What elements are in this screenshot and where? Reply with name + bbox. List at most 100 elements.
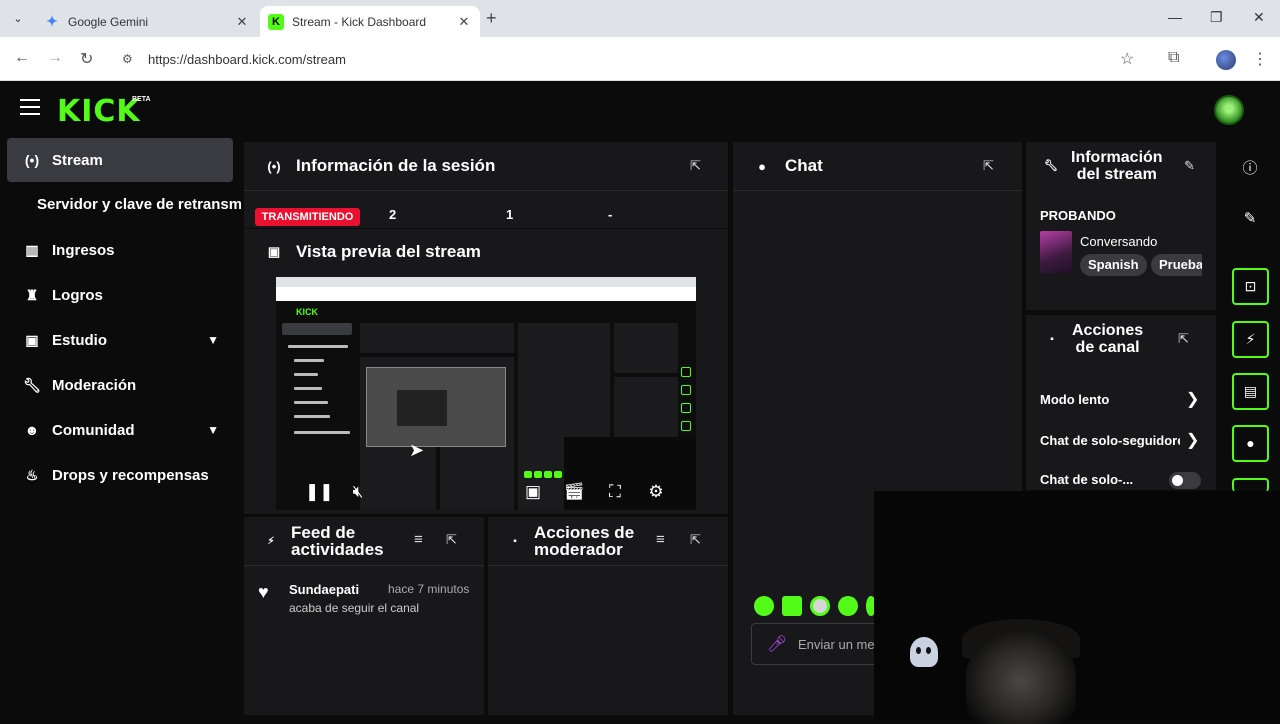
popout-icon[interactable]: ⇱ xyxy=(690,158,701,174)
session-stat: 1 xyxy=(506,207,514,222)
session-panel-header: (•) Información de la sesión xyxy=(244,142,728,190)
kick-logo[interactable]: KICK xyxy=(57,94,141,129)
ghost-icon xyxy=(910,637,938,667)
chat-bubble-icon[interactable]: ● xyxy=(1232,425,1269,462)
tab-search-icon[interactable]: ⌄ xyxy=(8,9,28,29)
stream-info-title-line: Información xyxy=(1071,149,1163,166)
preview-content xyxy=(294,373,318,376)
edit-pencil-icon[interactable]: ✎ xyxy=(1184,158,1195,174)
microphone-icon[interactable]: 🎤︎ xyxy=(767,634,787,654)
divider xyxy=(244,190,728,191)
feed-username[interactable]: Sundaepati xyxy=(289,582,359,597)
sidebar: (•) Stream Servidor y clave de retransmi… xyxy=(0,138,241,720)
preview-content xyxy=(276,287,696,301)
lightning-icon[interactable]: ⚡︎ xyxy=(1232,321,1269,358)
popout-icon[interactable]: ⇱ xyxy=(1178,331,1189,347)
emote-icon[interactable] xyxy=(754,596,774,616)
sidebar-item-server-key[interactable]: Servidor y clave de retransmisión xyxy=(37,196,241,213)
popout-icon[interactable]: ⇱ xyxy=(446,532,457,548)
webcam-person xyxy=(966,629,1076,724)
chevron-right-icon[interactable]: ❯ xyxy=(1186,430,1199,450)
tag-chip: Spanish xyxy=(1080,254,1147,276)
tab-title: Stream - Kick Dashboard xyxy=(292,14,427,29)
chevron-down-icon: ▼ xyxy=(207,423,219,437)
people-icon: ☻ xyxy=(24,422,40,438)
screenshot-icon[interactable]: ⊡ xyxy=(1232,268,1269,305)
mod-actions-panel: ▪ Acciones de moderador ≡ ⇱ xyxy=(488,517,728,715)
popout-icon[interactable]: ⇱ xyxy=(690,532,701,548)
sidebar-item-moderacion[interactable]: 🔧︎ Moderación xyxy=(7,363,233,407)
fullscreen-icon[interactable]: ⛶ xyxy=(604,482,626,502)
tab-google-gemini[interactable]: ✦ Google Gemini ✕ xyxy=(36,6,258,37)
subscribers-only-toggle[interactable] xyxy=(1169,472,1201,489)
action-slow-mode[interactable]: Modo lento xyxy=(1040,392,1109,407)
preview-panel-header: ▣ Vista previa del stream xyxy=(244,229,728,274)
new-tab-icon[interactable]: + xyxy=(486,8,497,29)
emote-icon[interactable] xyxy=(810,596,830,616)
edit-pencil-icon[interactable]: ✎ xyxy=(1240,209,1260,227)
sidebar-item-comunidad[interactable]: ☻ Comunidad ▼ xyxy=(7,408,233,452)
back-icon[interactable]: ← xyxy=(14,49,30,67)
site-settings-icon[interactable]: ⚙ xyxy=(122,52,142,66)
close-icon[interactable]: ✕ xyxy=(456,14,472,30)
feed-timestamp: hace 7 minutos xyxy=(388,582,470,596)
minimize-icon[interactable]: — xyxy=(1168,9,1182,25)
user-avatar[interactable] xyxy=(1214,95,1244,125)
preview-content xyxy=(554,471,562,478)
sidebar-item-drops[interactable]: ♨ Drops y recompensas xyxy=(7,453,233,497)
emote-icon[interactable] xyxy=(782,596,802,616)
tab-kick-dashboard[interactable]: K Stream - Kick Dashboard ✕ xyxy=(260,6,480,37)
rail-more-button[interactable] xyxy=(1232,478,1269,492)
filter-icon[interactable]: ≡ xyxy=(414,531,423,548)
broadcast-icon: (•) xyxy=(24,152,40,168)
activity-feed-panel: ⚡︎ Feed de actividades ≡ ⇱ xyxy=(244,517,484,715)
preview-content xyxy=(397,390,447,426)
filter-icon[interactable]: ≡ xyxy=(656,531,665,548)
reload-icon[interactable]: ↻ xyxy=(80,49,93,69)
stream-info-panel: 🔧︎ Información del stream ✎ xyxy=(1026,142,1216,310)
preview-content xyxy=(534,471,542,478)
forward-icon[interactable]: → xyxy=(47,49,63,67)
preview-content xyxy=(294,415,330,418)
preview-content xyxy=(294,431,350,434)
sidebar-item-estudio[interactable]: ▣ Estudio ▼ xyxy=(7,318,233,362)
action-followers-only[interactable]: Chat de solo-seguidores xyxy=(1040,433,1180,448)
studio-icon: ▣ xyxy=(25,331,39,348)
notes-icon[interactable]: ▤ xyxy=(1232,373,1269,410)
preview-content xyxy=(294,387,322,390)
tag-chip: Prueba xyxy=(1151,254,1202,276)
emote-icon[interactable] xyxy=(838,596,858,616)
sidebar-item-ingresos[interactable]: ▥ Ingresos xyxy=(7,228,233,272)
bookmark-star-icon[interactable]: ☆ xyxy=(1120,49,1134,69)
divider xyxy=(733,190,1022,191)
window-close-icon[interactable]: ✕ xyxy=(1253,9,1265,26)
popout-icon[interactable]: ⇱ xyxy=(983,158,994,174)
muted-icon[interactable]: 🔇︎ xyxy=(347,482,369,502)
sidebar-item-logros[interactable]: ♜ Logros xyxy=(7,273,233,317)
preview-content xyxy=(614,323,678,373)
url-field[interactable]: ⚙ https://dashboard.kick.com/stream xyxy=(112,43,1162,75)
profile-avatar[interactable] xyxy=(1216,50,1236,70)
mini-player-icon[interactable]: ▣ xyxy=(522,482,544,502)
sidebar-item-stream[interactable]: (•) Stream xyxy=(7,138,233,182)
clip-icon[interactable]: 🎬︎ xyxy=(563,482,585,502)
category-name: Conversando xyxy=(1080,234,1158,249)
feed-title-line: actividades xyxy=(291,540,384,559)
settings-icon[interactable]: ⚙ xyxy=(645,482,667,502)
chevron-right-icon[interactable]: ❯ xyxy=(1186,389,1199,409)
pause-icon[interactable]: ❚❚ xyxy=(305,482,334,502)
sidebar-item-label: Drops y recompensas xyxy=(52,466,209,484)
info-icon[interactable]: ⓘ xyxy=(1240,157,1260,178)
sidebar-item-label: Estudio xyxy=(52,331,107,349)
category-thumbnail xyxy=(1040,231,1072,273)
action-subscribers-only[interactable]: Chat de solo-... xyxy=(1040,472,1133,487)
extensions-icon[interactable]: ⧉ xyxy=(1168,49,1179,67)
live-status-badge: TRANSMITIENDO xyxy=(255,208,360,226)
browser-menu-icon[interactable]: ⋮ xyxy=(1252,49,1268,69)
hamburger-menu-icon[interactable] xyxy=(20,99,40,120)
channel-actions-title-line: de canal xyxy=(1075,339,1140,356)
wrench-icon: 🔧︎ xyxy=(23,376,41,393)
stream-preview-video[interactable]: KICK xyxy=(276,277,696,510)
restore-icon[interactable]: ❐ xyxy=(1210,9,1223,26)
close-icon[interactable]: ✕ xyxy=(234,14,250,30)
